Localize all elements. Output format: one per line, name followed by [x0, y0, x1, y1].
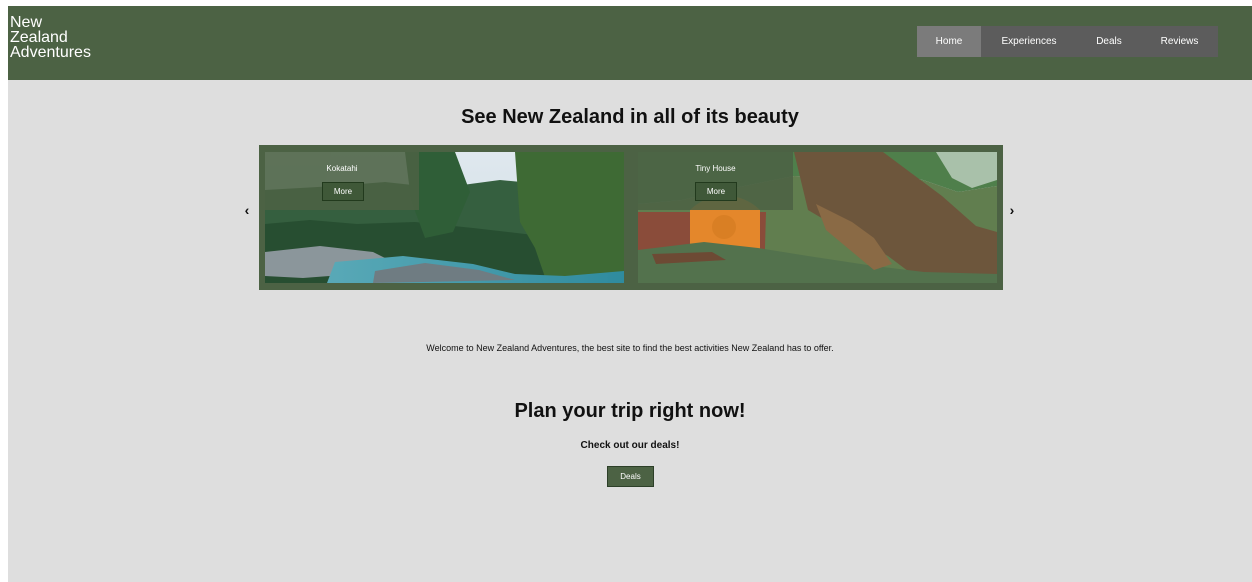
page-container: New Zealand Adventures Home Experiences …: [8, 6, 1252, 582]
welcome-text: Welcome to New Zealand Adventures, the b…: [426, 343, 834, 353]
nav-experiences[interactable]: Experiences: [981, 26, 1077, 57]
slide-caption-box: Tiny House More: [638, 152, 793, 210]
site-logo[interactable]: New Zealand Adventures: [10, 15, 120, 61]
nav-home[interactable]: Home: [917, 26, 981, 57]
carousel-prev-icon[interactable]: ‹: [241, 202, 253, 218]
slide-caption-box: Kokatahi More: [265, 152, 419, 210]
nav-deals[interactable]: Deals: [1077, 26, 1141, 57]
slide-more-button-tiny-house[interactable]: More: [695, 182, 737, 201]
slide-title-tiny-house: Tiny House: [695, 164, 736, 173]
carousel-slide-kokatahi: Kokatahi More: [265, 152, 624, 283]
hero-title: See New Zealand in all of its beauty: [461, 106, 799, 128]
image-carousel: Kokatahi More Tiny House More: [259, 145, 1003, 290]
carousel-slide-tiny-house: Tiny House More: [638, 152, 997, 283]
cta-title: Plan your trip right now!: [514, 400, 746, 422]
slide-more-button-kokatahi[interactable]: More: [322, 182, 364, 201]
deals-button[interactable]: Deals: [607, 466, 654, 487]
cta-subtitle: Check out our deals!: [580, 440, 680, 451]
site-header: New Zealand Adventures Home Experiences …: [8, 6, 1252, 80]
carousel-next-icon[interactable]: ›: [1006, 202, 1018, 218]
slide-title-kokatahi: Kokatahi: [326, 164, 358, 173]
nav-reviews[interactable]: Reviews: [1141, 26, 1218, 57]
main-nav: Home Experiences Deals Reviews: [917, 26, 1218, 57]
